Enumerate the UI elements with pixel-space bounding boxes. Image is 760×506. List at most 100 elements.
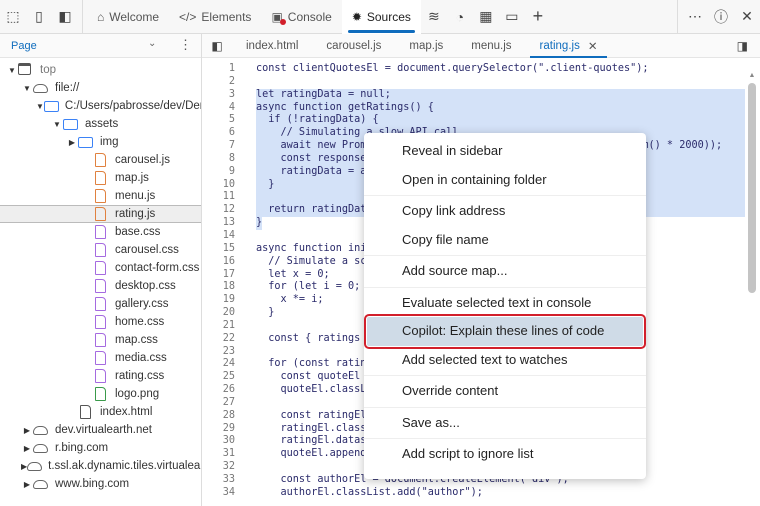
page-tab[interactable]: Page	[11, 40, 37, 52]
editor-tab[interactable]: rating.js ✕	[526, 34, 612, 58]
code-line[interactable]: 2	[202, 76, 747, 89]
line-number[interactable]: 21	[202, 320, 235, 333]
scroll-up-icon[interactable]: ▲	[748, 72, 756, 79]
tree-item[interactable]: ▼ C:/Users/pabrosse/dev/Demos	[0, 97, 201, 115]
menu-item[interactable]: Copy link address	[364, 197, 646, 226]
line-number[interactable]: 10	[202, 179, 235, 192]
dock-icon[interactable]: ◧	[52, 0, 78, 34]
line-number[interactable]: 32	[202, 461, 235, 474]
line-number[interactable]: 1	[202, 63, 235, 76]
line-number[interactable]: 18	[202, 281, 235, 294]
network-icon[interactable]: ≋	[421, 0, 447, 34]
menu-item[interactable]: Add script to ignore list	[364, 440, 646, 469]
memory-icon[interactable]: ▦	[473, 0, 499, 34]
scrollbar-thumb[interactable]	[748, 83, 756, 293]
line-number[interactable]: 14	[202, 230, 235, 243]
code-line[interactable]: 34 authorEl.classList.add("author");	[202, 487, 747, 500]
tree-item[interactable]: gallery.css	[0, 295, 201, 313]
tree-item[interactable]: ▼ top	[0, 61, 201, 79]
editor-tab[interactable]: menu.js	[457, 34, 525, 58]
line-number[interactable]: 25	[202, 371, 235, 384]
tree-item[interactable]: ▼ file://	[0, 79, 201, 97]
tree-item[interactable]: ▶ r.bing.com	[0, 439, 201, 457]
line-number[interactable]: 29	[202, 423, 235, 436]
caret-right-icon[interactable]: ▶	[21, 444, 33, 453]
line-number[interactable]: 30	[202, 435, 235, 448]
tree-item[interactable]: rating.css	[0, 367, 201, 385]
line-number[interactable]: 26	[202, 384, 235, 397]
line-number[interactable]: 7	[202, 140, 235, 153]
more-icon[interactable]: ⋮	[179, 37, 192, 53]
tree-item[interactable]: home.css	[0, 313, 201, 331]
line-number[interactable]: 27	[202, 397, 235, 410]
caret-right-icon[interactable]: ▶	[21, 480, 33, 489]
tree-item[interactable]: ▶t.ssl.ak.dynamic.tiles.virtualearth.net	[0, 457, 201, 475]
editor-tab[interactable]: index.html	[232, 34, 312, 58]
device-emulation-icon[interactable]: ▯	[26, 0, 52, 34]
line-number[interactable]: 13	[202, 217, 235, 230]
tree-item[interactable]: contact-form.css	[0, 259, 201, 277]
close-icon[interactable]: ✕	[734, 0, 760, 34]
code-line[interactable]: 3 let ratingData = null;	[202, 88, 747, 102]
menu-item[interactable]: Evaluate selected text in console	[364, 289, 646, 318]
tree-item[interactable]: ▶ img	[0, 133, 201, 151]
menu-item[interactable]: Copy file name	[364, 226, 646, 255]
scrollbar[interactable]: ▲	[748, 68, 756, 506]
tree-item[interactable]: carousel.js	[0, 151, 201, 169]
menu-item[interactable]: Save as...	[364, 409, 646, 438]
tree-item[interactable]: menu.js	[0, 187, 201, 205]
tree-item[interactable]: ▶ www.bing.com	[0, 475, 201, 493]
tab-console[interactable]: ▣ Console	[261, 0, 341, 34]
tree-item[interactable]: base.css	[0, 223, 201, 241]
code-line[interactable]: 4 async function getRatings() {	[202, 101, 747, 115]
line-number[interactable]: 4	[202, 102, 235, 115]
inspect-icon[interactable]: ⬚	[0, 0, 26, 34]
code-line[interactable]: 1 const clientQuotesEl = document.querySe…	[202, 63, 747, 76]
line-number[interactable]: 9	[202, 166, 235, 179]
caret-down-icon[interactable]: ▼	[21, 84, 33, 93]
tab-welcome[interactable]: ⌂ Welcome	[87, 0, 169, 34]
menu-item[interactable]: Copilot: Explain these lines of code	[364, 314, 646, 349]
tree-item[interactable]: desktop.css	[0, 277, 201, 295]
caret-down-icon[interactable]: ▼	[36, 102, 44, 111]
line-number[interactable]: 8	[202, 153, 235, 166]
caret-down-icon[interactable]: ▼	[6, 66, 18, 75]
line-number[interactable]: 33	[202, 474, 235, 487]
caret-right-icon[interactable]: ▶	[66, 138, 78, 147]
caret-right-icon[interactable]: ▶	[21, 426, 33, 435]
more-options-icon[interactable]: ⋯	[682, 0, 708, 34]
toggle-debugger-icon[interactable]: ◨	[737, 39, 748, 53]
code-line[interactable]: 5 if (!ratingData) {	[202, 114, 747, 128]
tree-item[interactable]: map.js	[0, 169, 201, 187]
line-number[interactable]: 15	[202, 243, 235, 256]
line-number[interactable]: 23	[202, 346, 235, 359]
line-number[interactable]: 28	[202, 410, 235, 423]
tab-elements[interactable]: </> Elements	[169, 0, 261, 34]
editor-tab[interactable]: carousel.js	[312, 34, 395, 58]
line-number[interactable]: 24	[202, 358, 235, 371]
more-tools-icon[interactable]: +	[525, 0, 551, 34]
tab-sources[interactable]: ✹ Sources	[341, 0, 421, 34]
line-number[interactable]: 6	[202, 127, 235, 140]
line-number[interactable]: 31	[202, 448, 235, 461]
menu-item[interactable]: Add selected text to watches	[364, 346, 646, 375]
help-icon[interactable]: ⓘ	[708, 0, 734, 34]
menu-item[interactable]: Add source map...	[364, 257, 646, 286]
tree-item[interactable]: ▼ assets	[0, 115, 201, 133]
editor-tab[interactable]: map.js	[395, 34, 457, 58]
performance-icon[interactable]: ◔	[447, 0, 473, 34]
tree-item[interactable]: logo.png	[0, 385, 201, 403]
menu-item[interactable]: Open in containing folder	[364, 166, 646, 195]
line-number[interactable]: 3	[202, 89, 235, 102]
menu-item[interactable]: Override content	[364, 377, 646, 406]
tree-item[interactable]: rating.js	[0, 205, 201, 223]
line-number[interactable]: 17	[202, 269, 235, 282]
close-tab-icon[interactable]: ✕	[588, 39, 598, 53]
chevron-down-icon[interactable]: ⌄	[148, 38, 156, 49]
caret-down-icon[interactable]: ▼	[51, 120, 63, 129]
line-number[interactable]: 22	[202, 333, 235, 346]
line-number[interactable]: 16	[202, 256, 235, 269]
line-number[interactable]: 2	[202, 76, 235, 89]
tree-item[interactable]: ▶ dev.virtualearth.net	[0, 421, 201, 439]
tree-item[interactable]: carousel.css	[0, 241, 201, 259]
